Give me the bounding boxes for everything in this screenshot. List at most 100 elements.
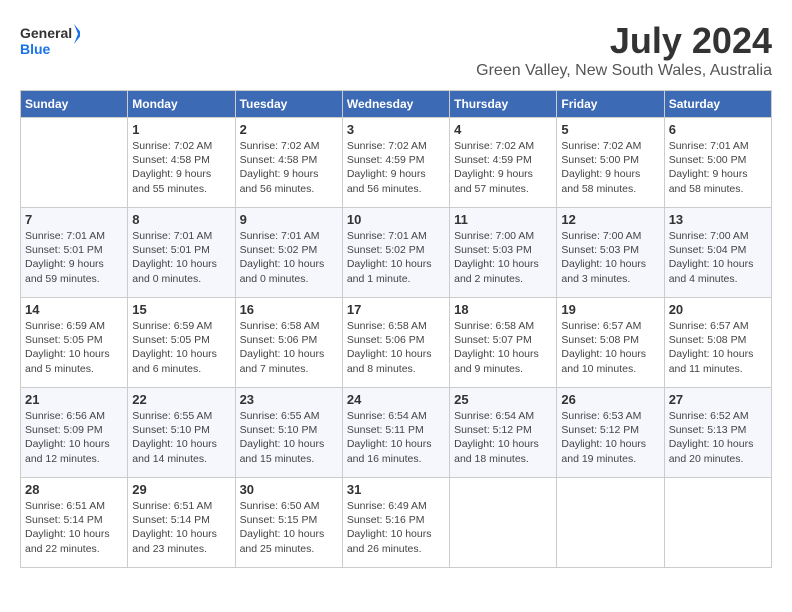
page-header: General Blue July 2024 Green Valley, New… xyxy=(20,20,772,80)
calendar-day-cell: 30 Sunrise: 6:50 AMSunset: 5:15 PMDaylig… xyxy=(235,478,342,568)
calendar-weekday-header: Saturday xyxy=(664,91,771,118)
day-number: 1 xyxy=(132,122,230,137)
calendar-day-cell xyxy=(557,478,664,568)
day-info: Sunrise: 7:01 AMSunset: 5:01 PMDaylight:… xyxy=(132,229,230,286)
calendar-day-cell: 5 Sunrise: 7:02 AMSunset: 5:00 PMDayligh… xyxy=(557,118,664,208)
day-info: Sunrise: 7:00 AMSunset: 5:03 PMDaylight:… xyxy=(561,229,659,286)
day-number: 17 xyxy=(347,302,445,317)
day-info: Sunrise: 6:51 AMSunset: 5:14 PMDaylight:… xyxy=(132,499,230,556)
svg-text:Blue: Blue xyxy=(20,41,51,57)
calendar-day-cell: 13 Sunrise: 7:00 AMSunset: 5:04 PMDaylig… xyxy=(664,208,771,298)
day-info: Sunrise: 6:57 AMSunset: 5:08 PMDaylight:… xyxy=(669,319,767,376)
calendar-weekday-header: Tuesday xyxy=(235,91,342,118)
day-info: Sunrise: 6:58 AMSunset: 5:06 PMDaylight:… xyxy=(240,319,338,376)
calendar-weekday-header: Wednesday xyxy=(342,91,449,118)
day-number: 13 xyxy=(669,212,767,227)
title-block: July 2024 Green Valley, New South Wales,… xyxy=(476,20,772,80)
day-number: 27 xyxy=(669,392,767,407)
calendar-weekday-header: Thursday xyxy=(450,91,557,118)
day-number: 25 xyxy=(454,392,552,407)
calendar-week-row: 1 Sunrise: 7:02 AMSunset: 4:58 PMDayligh… xyxy=(21,118,772,208)
calendar-day-cell xyxy=(664,478,771,568)
calendar-day-cell: 15 Sunrise: 6:59 AMSunset: 5:05 PMDaylig… xyxy=(128,298,235,388)
calendar-day-cell: 26 Sunrise: 6:53 AMSunset: 5:12 PMDaylig… xyxy=(557,388,664,478)
day-number: 26 xyxy=(561,392,659,407)
day-info: Sunrise: 6:53 AMSunset: 5:12 PMDaylight:… xyxy=(561,409,659,466)
day-info: Sunrise: 7:00 AMSunset: 5:04 PMDaylight:… xyxy=(669,229,767,286)
day-info: Sunrise: 6:54 AMSunset: 5:11 PMDaylight:… xyxy=(347,409,445,466)
calendar-day-cell: 24 Sunrise: 6:54 AMSunset: 5:11 PMDaylig… xyxy=(342,388,449,478)
day-info: Sunrise: 7:01 AMSunset: 5:02 PMDaylight:… xyxy=(347,229,445,286)
day-number: 22 xyxy=(132,392,230,407)
calendar-day-cell: 4 Sunrise: 7:02 AMSunset: 4:59 PMDayligh… xyxy=(450,118,557,208)
calendar-day-cell: 28 Sunrise: 6:51 AMSunset: 5:14 PMDaylig… xyxy=(21,478,128,568)
calendar-day-cell: 2 Sunrise: 7:02 AMSunset: 4:58 PMDayligh… xyxy=(235,118,342,208)
day-number: 4 xyxy=(454,122,552,137)
calendar-day-cell: 9 Sunrise: 7:01 AMSunset: 5:02 PMDayligh… xyxy=(235,208,342,298)
day-info: Sunrise: 7:01 AMSunset: 5:01 PMDaylight:… xyxy=(25,229,123,286)
calendar-day-cell xyxy=(450,478,557,568)
day-info: Sunrise: 6:57 AMSunset: 5:08 PMDaylight:… xyxy=(561,319,659,376)
day-number: 28 xyxy=(25,482,123,497)
calendar-day-cell: 3 Sunrise: 7:02 AMSunset: 4:59 PMDayligh… xyxy=(342,118,449,208)
calendar-table: SundayMondayTuesdayWednesdayThursdayFrid… xyxy=(20,90,772,568)
calendar-day-cell: 16 Sunrise: 6:58 AMSunset: 5:06 PMDaylig… xyxy=(235,298,342,388)
day-info: Sunrise: 7:01 AMSunset: 5:00 PMDaylight:… xyxy=(669,139,767,196)
month-year-title: July 2024 xyxy=(476,20,772,62)
day-info: Sunrise: 6:56 AMSunset: 5:09 PMDaylight:… xyxy=(25,409,123,466)
day-info: Sunrise: 6:51 AMSunset: 5:14 PMDaylight:… xyxy=(25,499,123,556)
calendar-week-row: 7 Sunrise: 7:01 AMSunset: 5:01 PMDayligh… xyxy=(21,208,772,298)
calendar-day-cell: 21 Sunrise: 6:56 AMSunset: 5:09 PMDaylig… xyxy=(21,388,128,478)
day-number: 15 xyxy=(132,302,230,317)
day-number: 18 xyxy=(454,302,552,317)
day-number: 21 xyxy=(25,392,123,407)
day-info: Sunrise: 6:50 AMSunset: 5:15 PMDaylight:… xyxy=(240,499,338,556)
day-info: Sunrise: 6:55 AMSunset: 5:10 PMDaylight:… xyxy=(132,409,230,466)
calendar-day-cell: 6 Sunrise: 7:01 AMSunset: 5:00 PMDayligh… xyxy=(664,118,771,208)
svg-text:General: General xyxy=(20,25,72,41)
calendar-weekday-header: Friday xyxy=(557,91,664,118)
calendar-day-cell: 25 Sunrise: 6:54 AMSunset: 5:12 PMDaylig… xyxy=(450,388,557,478)
calendar-day-cell: 20 Sunrise: 6:57 AMSunset: 5:08 PMDaylig… xyxy=(664,298,771,388)
calendar-day-cell: 27 Sunrise: 6:52 AMSunset: 5:13 PMDaylig… xyxy=(664,388,771,478)
day-number: 3 xyxy=(347,122,445,137)
day-number: 6 xyxy=(669,122,767,137)
calendar-header-row: SundayMondayTuesdayWednesdayThursdayFrid… xyxy=(21,91,772,118)
day-number: 14 xyxy=(25,302,123,317)
day-number: 20 xyxy=(669,302,767,317)
day-number: 16 xyxy=(240,302,338,317)
day-info: Sunrise: 7:00 AMSunset: 5:03 PMDaylight:… xyxy=(454,229,552,286)
day-info: Sunrise: 6:54 AMSunset: 5:12 PMDaylight:… xyxy=(454,409,552,466)
day-info: Sunrise: 7:02 AMSunset: 5:00 PMDaylight:… xyxy=(561,139,659,196)
calendar-day-cell: 18 Sunrise: 6:58 AMSunset: 5:07 PMDaylig… xyxy=(450,298,557,388)
day-info: Sunrise: 7:02 AMSunset: 4:58 PMDaylight:… xyxy=(240,139,338,196)
calendar-weekday-header: Sunday xyxy=(21,91,128,118)
day-number: 12 xyxy=(561,212,659,227)
logo-icon: General Blue xyxy=(20,20,80,65)
day-info: Sunrise: 7:02 AMSunset: 4:59 PMDaylight:… xyxy=(347,139,445,196)
day-info: Sunrise: 6:58 AMSunset: 5:06 PMDaylight:… xyxy=(347,319,445,376)
calendar-day-cell: 29 Sunrise: 6:51 AMSunset: 5:14 PMDaylig… xyxy=(128,478,235,568)
calendar-day-cell: 10 Sunrise: 7:01 AMSunset: 5:02 PMDaylig… xyxy=(342,208,449,298)
logo: General Blue xyxy=(20,20,80,65)
day-info: Sunrise: 6:52 AMSunset: 5:13 PMDaylight:… xyxy=(669,409,767,466)
day-number: 9 xyxy=(240,212,338,227)
day-info: Sunrise: 6:55 AMSunset: 5:10 PMDaylight:… xyxy=(240,409,338,466)
calendar-day-cell: 12 Sunrise: 7:00 AMSunset: 5:03 PMDaylig… xyxy=(557,208,664,298)
day-number: 2 xyxy=(240,122,338,137)
day-number: 29 xyxy=(132,482,230,497)
calendar-day-cell: 14 Sunrise: 6:59 AMSunset: 5:05 PMDaylig… xyxy=(21,298,128,388)
day-number: 5 xyxy=(561,122,659,137)
calendar-week-row: 14 Sunrise: 6:59 AMSunset: 5:05 PMDaylig… xyxy=(21,298,772,388)
day-number: 11 xyxy=(454,212,552,227)
location-subtitle: Green Valley, New South Wales, Australia xyxy=(476,62,772,80)
calendar-day-cell: 19 Sunrise: 6:57 AMSunset: 5:08 PMDaylig… xyxy=(557,298,664,388)
calendar-day-cell: 17 Sunrise: 6:58 AMSunset: 5:06 PMDaylig… xyxy=(342,298,449,388)
day-info: Sunrise: 7:02 AMSunset: 4:58 PMDaylight:… xyxy=(132,139,230,196)
calendar-day-cell xyxy=(21,118,128,208)
calendar-weekday-header: Monday xyxy=(128,91,235,118)
calendar-day-cell: 11 Sunrise: 7:00 AMSunset: 5:03 PMDaylig… xyxy=(450,208,557,298)
day-info: Sunrise: 6:59 AMSunset: 5:05 PMDaylight:… xyxy=(25,319,123,376)
day-number: 8 xyxy=(132,212,230,227)
calendar-day-cell: 31 Sunrise: 6:49 AMSunset: 5:16 PMDaylig… xyxy=(342,478,449,568)
